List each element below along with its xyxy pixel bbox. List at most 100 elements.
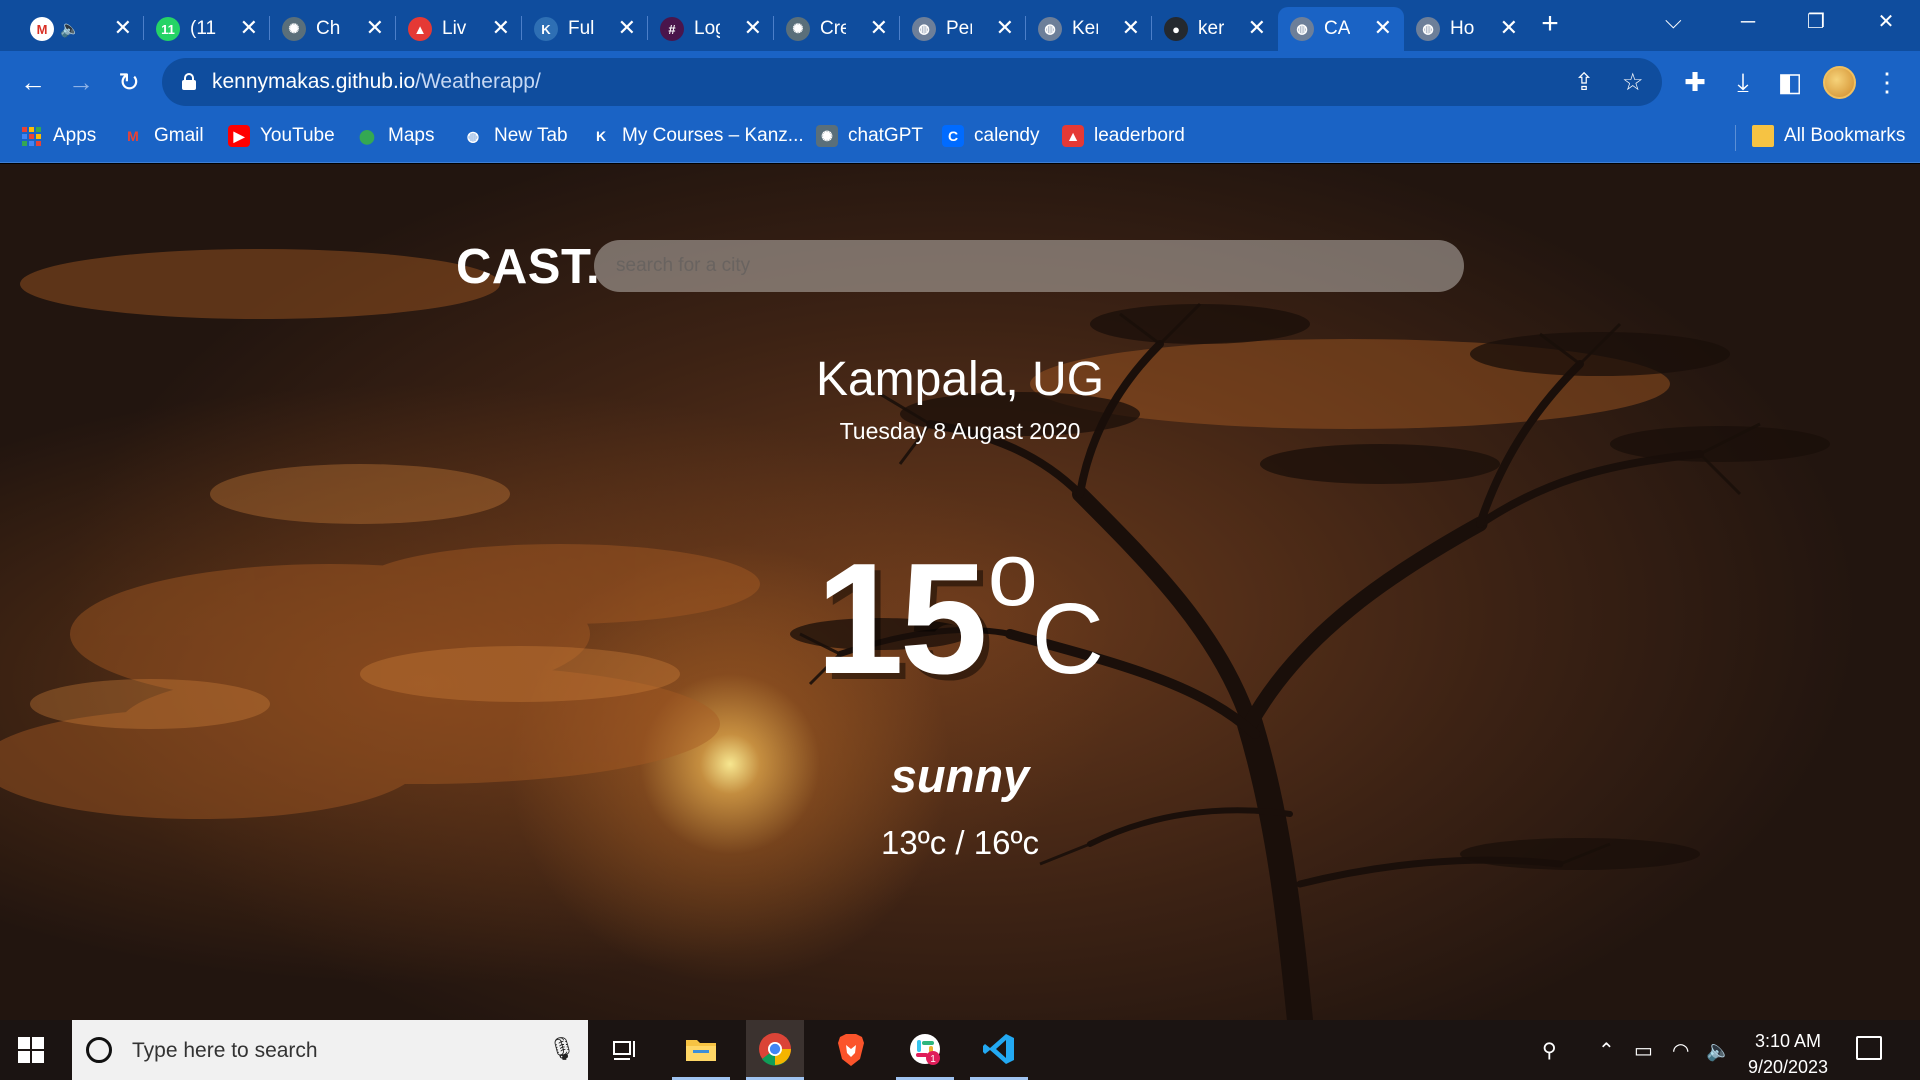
tab-title: Ch [316, 18, 341, 39]
leaderboard-icon: ▲ [1062, 125, 1084, 147]
bookmark-label: New Tab [494, 125, 568, 146]
tab-close-icon[interactable]: ✕ [870, 16, 888, 40]
tab-favicon-icon: ✺ [282, 17, 306, 41]
tab-close-icon[interactable]: ✕ [492, 16, 510, 40]
url-path: /Weatherapp/ [415, 70, 541, 93]
url-text[interactable]: kennymakas.github.io/Weatherapp/ [212, 70, 541, 94]
app-brand-logo: CAST. [456, 240, 601, 294]
bookmark-item[interactable]: Ccalendy [942, 125, 1040, 147]
reload-icon[interactable]: ↻ [112, 65, 146, 99]
browser-tab[interactable]: ◍ Ker ✕ [1026, 7, 1152, 51]
bookmark-label: Apps [53, 125, 97, 146]
minimize-icon[interactable]: ─ [1718, 4, 1778, 40]
tab-close-icon[interactable]: ✕ [744, 16, 762, 40]
tab-favicon-icon: 11 [156, 17, 180, 41]
tab-strip: M 🔈 ✕ 11 (11 ✕ ✺ Ch ✕ ▲ Liv ✕ K Ful ✕ # Log ✕ ✺ Cre ✕ ◍ Per ✕ ◍ K… [0, 0, 1920, 51]
globe-icon: ◍ [466, 127, 480, 144]
tab-favicon-icon: ▲ [408, 17, 432, 41]
tab-favicon-icon: ◍ [1038, 17, 1062, 41]
bookmark-item[interactable]: ✺ chatGPT [816, 125, 923, 147]
city-search-input[interactable] [594, 240, 1464, 292]
browser-tab[interactable]: ◍ CA ✕ [1278, 7, 1404, 51]
browser-tab[interactable]: ◍ Ho ✕ [1404, 7, 1530, 51]
system-clock[interactable]: 3:10 AM 9/20/2023 [1738, 1028, 1838, 1080]
bookmark-item[interactable]: ◍ New Tab [462, 125, 568, 147]
bookmark-item[interactable]: M Gmail [122, 125, 204, 147]
browser-tab[interactable]: ✺ Cre ✕ [774, 7, 900, 51]
slack-icon[interactable]: 1 [896, 1020, 954, 1080]
temperature-range: 13ºc / 16ºc [880, 824, 1040, 861]
address-bar[interactable]: kennymakas.github.io/Weatherapp/ ⇪ ☆ [162, 58, 1662, 106]
restore-icon[interactable]: ❐ [1786, 4, 1846, 40]
bookmark-star-icon[interactable]: ☆ [1622, 68, 1644, 97]
bookmark-label: My Courses – Kanz... [622, 125, 804, 146]
bookmark-label: Maps [388, 125, 435, 146]
tab-close-icon[interactable]: ✕ [996, 16, 1014, 40]
bookmark-item[interactable]: ▲ leaderbord [1062, 125, 1185, 147]
tab-close-icon[interactable]: ✕ [618, 16, 636, 40]
browser-tab[interactable]: ✺ Ch ✕ [270, 7, 396, 51]
temperature-value: 15 [815, 531, 988, 707]
menu-kebab-icon[interactable]: ⋮ [1870, 65, 1904, 99]
all-bookmarks[interactable]: All Bookmarks [1752, 125, 1905, 147]
browser-tab[interactable]: 11 (11 ✕ [144, 7, 270, 51]
bookmark-item[interactable]: ⬤ Maps [356, 125, 434, 147]
temperature-unit: C [1031, 583, 1105, 695]
microphone-icon[interactable]: 🎙 [548, 1036, 576, 1062]
tab-favicon-icon: ◍ [912, 17, 936, 41]
people-icon[interactable]: ⚲ [1542, 1038, 1557, 1063]
youtube-icon: ▶ [228, 125, 250, 147]
wifi-icon[interactable]: ◠ [1672, 1038, 1689, 1063]
tab-close-icon[interactable]: ✕ [114, 16, 132, 40]
all-bookmarks-label: All Bookmarks [1784, 125, 1906, 146]
bookmark-label: calendy [974, 125, 1040, 146]
cortana-icon [86, 1037, 112, 1063]
volume-icon[interactable]: 🔈 [1706, 1038, 1731, 1063]
vscode-icon[interactable] [970, 1020, 1028, 1080]
tab-close-icon[interactable]: ✕ [1374, 16, 1392, 40]
back-icon[interactable]: ← [16, 65, 50, 99]
download-icon[interactable]: ⤓ [1726, 65, 1760, 99]
file-explorer-icon[interactable] [672, 1020, 730, 1080]
task-view-icon[interactable] [596, 1020, 654, 1080]
tab-close-icon[interactable]: ✕ [1248, 16, 1266, 40]
tab-search-chevron-icon[interactable]: ⌵ [1665, 8, 1682, 34]
tab-favicon-icon: ✺ [786, 17, 810, 41]
show-hidden-icons-chevron[interactable]: ⌃ [1598, 1038, 1615, 1063]
tab-close-icon[interactable]: ✕ [240, 16, 258, 40]
browser-tab[interactable]: ▲ Liv ✕ [396, 7, 522, 51]
side-panel-icon[interactable]: ◧ [1773, 65, 1807, 99]
bookmark-item[interactable]: Apps [22, 125, 96, 147]
bookmark-item[interactable]: K My Courses – Kanz... [590, 125, 804, 147]
tab-favicon-icon: K [534, 17, 558, 41]
taskbar-search-box[interactable]: Type here to search 🎙 [72, 1020, 588, 1080]
battery-icon[interactable]: ▭ [1634, 1038, 1653, 1063]
brave-icon[interactable] [822, 1020, 880, 1080]
tab-title: (11 [190, 18, 216, 39]
windows-start-icon[interactable] [18, 1037, 44, 1063]
bookmarks-bar: Apps M Gmail ▶ YouTube ⬤ Maps ◍ New Tab K My Cours… [0, 113, 1920, 163]
tab-close-icon[interactable]: ✕ [366, 16, 384, 40]
tab-title: Liv [442, 18, 467, 39]
browser-tab[interactable]: ◍ Per ✕ [900, 7, 1026, 51]
bookmark-label: Gmail [154, 125, 204, 146]
tab-close-icon[interactable]: ✕ [1500, 16, 1518, 40]
browser-tab[interactable]: ● ker ✕ [1152, 7, 1278, 51]
clock-date: 9/20/2023 [1747, 1057, 1829, 1077]
new-tab-button[interactable]: + [1536, 9, 1564, 39]
browser-tab[interactable]: # Log ✕ [648, 7, 774, 51]
browser-tab[interactable]: M 🔈 ✕ [18, 7, 144, 51]
share-icon[interactable]: ⇪ [1574, 68, 1594, 97]
tab-close-icon[interactable]: ✕ [1122, 16, 1140, 40]
chrome-icon[interactable] [746, 1020, 804, 1080]
profile-avatar[interactable] [1823, 66, 1856, 99]
notification-center-icon[interactable] [1856, 1036, 1882, 1060]
extensions-puzzle-icon[interactable]: ✚ [1678, 65, 1712, 99]
browser-tab[interactable]: K Ful ✕ [522, 7, 648, 51]
url-host: kennymakas.github.io [212, 70, 416, 93]
bookmark-item[interactable]: ▶ YouTube [228, 125, 335, 147]
calendly-icon: C [942, 125, 964, 147]
window-close-icon[interactable]: ✕ [1856, 4, 1916, 40]
forward-icon[interactable]: → [64, 65, 98, 99]
tab-audio-icon[interactable]: 🔈 [60, 19, 80, 39]
